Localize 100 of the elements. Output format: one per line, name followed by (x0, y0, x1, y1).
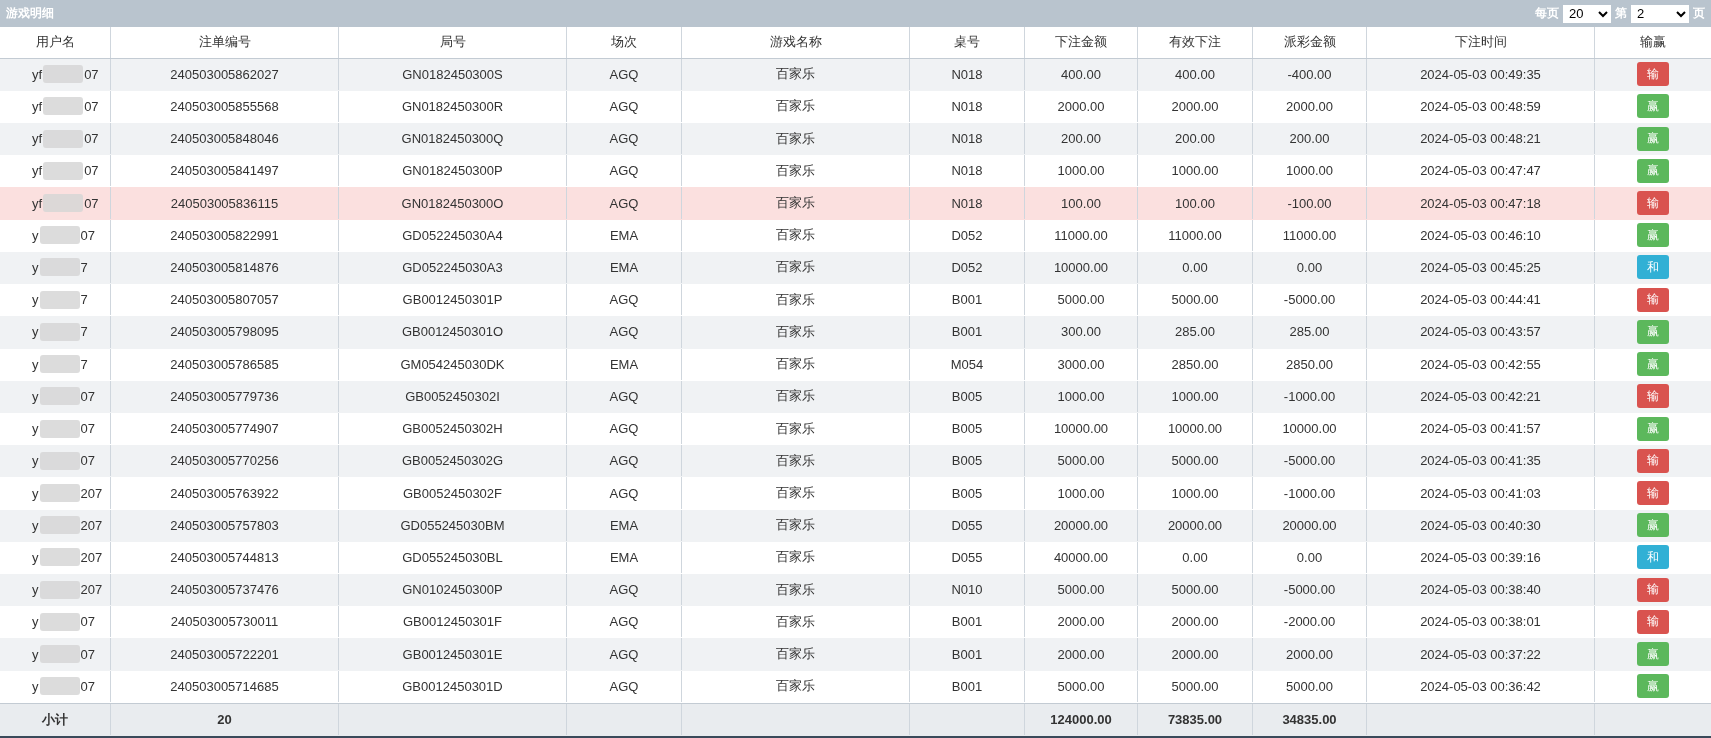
table-cell: GB0012450301F (339, 606, 567, 638)
column-header: 场次 (567, 27, 682, 58)
table-cell: 07 (84, 195, 99, 211)
table-row[interactable]: y 7 240503005798095 GB0012450301O AGQ 百家乐 B001 300.00 285.00 285.00 2024-05-03 00:43:57 赢 (0, 316, 1711, 349)
table-cell: EMA (567, 251, 682, 284)
table-cell: N018 (910, 123, 1025, 155)
table-cell: 2024-05-03 00:43:57 (1367, 316, 1595, 348)
table-cell: 07 (80, 227, 95, 243)
table-cell: 20000.00 (1253, 509, 1367, 541)
table-row[interactable]: yf 07 240503005862027 GN0182450300S AGQ 百家乐 N018 400.00 400.00 -400.00 2024-05-03 00:49:35 输 (0, 58, 1711, 91)
table-cell: 11000.00 (1138, 219, 1253, 251)
result-badge: 赢 (1637, 642, 1669, 667)
redaction-block (43, 65, 84, 84)
table-cell: y (32, 324, 39, 340)
table-cell: 百家乐 (682, 670, 910, 702)
table-cell: 2024-05-03 00:47:47 (1367, 155, 1595, 187)
table-cell: 2024-05-03 00:48:59 (1367, 90, 1595, 122)
table-cell: 1000.00 (1025, 155, 1138, 187)
table-cell: 0.00 (1138, 541, 1253, 574)
table-cell: 0.00 (1253, 541, 1367, 574)
table-cell: 240503005822991 (111, 219, 339, 251)
table-cell: 207 (80, 517, 103, 533)
table-cell: AGQ (567, 445, 682, 477)
page-label: 第 (1615, 5, 1627, 23)
per-page-select[interactable]: 20 (1563, 4, 1611, 23)
table-cell: y (32, 614, 39, 630)
redaction-block (43, 97, 84, 116)
table-cell: 2000.00 (1138, 606, 1253, 638)
table-row[interactable]: y 207 240503005757803 GD055245030BM EMA 百家乐 D055 20000.00 20000.00 20000.00 2024-05-03 00:40:30 赢 (0, 509, 1711, 542)
redaction-block (39, 419, 80, 438)
table-cell: 400.00 (1025, 58, 1138, 90)
table-cell: GB0052450302I (339, 380, 567, 412)
table-cell: 240503005714685 (111, 670, 339, 702)
table-cell: y (32, 421, 39, 437)
table-cell: AGQ (567, 284, 682, 316)
table-cell: GD055245030BM (339, 509, 567, 541)
table-cell: EMA (567, 541, 682, 574)
column-header: 输赢 (1639, 33, 1667, 52)
table-cell: 240503005722201 (111, 638, 339, 670)
table-row[interactable]: y 07 240503005770256 GB0052450302G AGQ 百家乐 B005 5000.00 5000.00 -5000.00 2024-05-03 00:41:35 输 (0, 445, 1711, 478)
table-cell: 百家乐 (682, 219, 910, 251)
table-cell: 2024-05-03 00:36:42 (1367, 670, 1595, 702)
table-cell: y (32, 549, 39, 565)
table-row[interactable]: y 7 240503005814876 GD052245030A3 EMA 百家乐 D052 10000.00 0.00 0.00 2024-05-03 00:45:25 和 (0, 251, 1711, 285)
result-badge: 赢 (1637, 126, 1669, 151)
table-cell: D055 (910, 509, 1025, 541)
table-cell: 7 (80, 356, 88, 372)
redaction-block (43, 161, 84, 180)
table-cell: y (32, 582, 39, 598)
table-cell: 200.00 (1025, 123, 1138, 155)
table-row[interactable]: y 07 240503005722201 GB0012450301E AGQ 百家乐 B001 2000.00 2000.00 2000.00 2024-05-03 00:37:22 赢 (0, 638, 1711, 671)
table-cell: D052 (910, 219, 1025, 251)
redaction-block (39, 645, 80, 664)
table-cell: 240503005763922 (111, 477, 339, 509)
table-cell: 07 (84, 131, 99, 147)
table-cell: 7 (80, 324, 88, 340)
table-cell: 百家乐 (682, 445, 910, 477)
table-cell: 2000.00 (1253, 638, 1367, 670)
table-cell: AGQ (567, 90, 682, 122)
table-cell: 百家乐 (682, 251, 910, 284)
table-cell: yf (32, 131, 43, 147)
result-badge: 输 (1637, 384, 1669, 409)
redaction-block (39, 322, 80, 341)
table-cell: EMA (567, 509, 682, 541)
table-cell: B001 (910, 606, 1025, 638)
table-cell: 240503005757803 (111, 509, 339, 541)
table-cell: 5000.00 (1138, 284, 1253, 316)
table-cell: 5000.00 (1138, 670, 1253, 702)
subtotal-label: 小计 (0, 703, 111, 736)
page-select[interactable]: 2 (1631, 4, 1689, 23)
table-cell: 2024-05-03 00:39:16 (1367, 541, 1595, 574)
table-cell: y (32, 356, 39, 372)
table-cell: N010 (910, 574, 1025, 606)
table-cell: AGQ (567, 187, 682, 219)
redaction-block (39, 484, 80, 502)
table-row[interactable]: y 207 240503005737476 GN0102450300P AGQ 百家乐 N010 5000.00 5000.00 -5000.00 2024-05-03 00:38:40 输 (0, 574, 1711, 607)
table-row[interactable]: yf 07 240503005836115 GN0182450300O AGQ 百家乐 N018 100.00 100.00 -100.00 2024-05-03 00:47:18 输 (0, 187, 1711, 220)
per-page-label: 每页 (1535, 5, 1559, 23)
table-cell: 5000.00 (1025, 670, 1138, 702)
table-cell: 200.00 (1138, 123, 1253, 155)
table-cell: 2000.00 (1253, 90, 1367, 122)
table-cell: 1000.00 (1253, 155, 1367, 187)
table-cell: 207 (80, 549, 103, 565)
table-cell: 240503005770256 (111, 445, 339, 477)
result-badge: 输 (1637, 287, 1669, 312)
table-cell: y (32, 517, 39, 533)
table-row[interactable]: yf 07 240503005848046 GN0182450300Q AGQ 百家乐 N018 200.00 200.00 200.00 2024-05-03 00:48:21 赢 (0, 123, 1711, 156)
table-cell: 3000.00 (1025, 348, 1138, 380)
table-cell: 240503005855568 (111, 90, 339, 122)
table-cell: 2000.00 (1138, 90, 1253, 122)
table-row[interactable]: y 07 240503005779736 GB0052450302I AGQ 百家乐 B005 1000.00 1000.00 -1000.00 2024-05-03 00:42:21 输 (0, 380, 1711, 413)
table-cell: 34835.00 (1253, 703, 1367, 736)
table-cell: B001 (910, 638, 1025, 670)
table-cell: y (32, 259, 39, 275)
table-cell: 240503005836115 (111, 187, 339, 219)
table-cell: GN0182450300S (339, 58, 567, 90)
table-cell: 240503005774907 (111, 412, 339, 445)
table-cell: 240503005807057 (111, 284, 339, 316)
table-cell: 240503005848046 (111, 123, 339, 155)
table-cell: 1000.00 (1025, 380, 1138, 412)
